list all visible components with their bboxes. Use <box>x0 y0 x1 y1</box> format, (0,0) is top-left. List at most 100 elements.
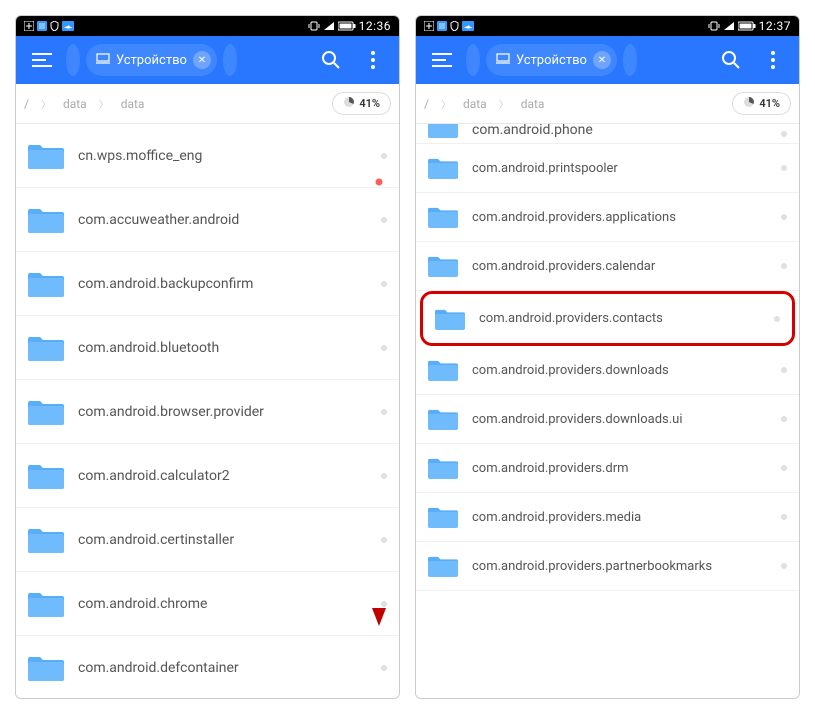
menu-button[interactable] <box>24 42 60 78</box>
toolbar: Устройство ✕ <box>16 36 399 84</box>
crumb-data1[interactable]: data <box>463 97 487 111</box>
file-list[interactable]: com.android.phone com.android.printspoole… <box>416 124 799 698</box>
folder-name: com.android.providers.media <box>472 510 767 525</box>
breadcrumb: / 〉 data 〉 data 41% <box>416 84 799 124</box>
folder-name: com.android.providers.calendar <box>472 259 767 274</box>
status-app-icon <box>437 21 447 31</box>
folder-item[interactable]: com.android.providers.partnerbookmarks <box>416 542 799 591</box>
item-options-icon[interactable] <box>781 563 787 569</box>
item-options-icon[interactable] <box>381 217 387 223</box>
folder-item[interactable]: com.android.calculator2 <box>16 444 399 508</box>
folder-item[interactable]: com.android.providers.applications <box>416 193 799 242</box>
folder-item[interactable]: com.android.browser.provider <box>16 380 399 444</box>
storage-percent: 41% <box>359 97 380 110</box>
item-options-icon[interactable] <box>381 601 387 607</box>
status-bar: 12:36 <box>16 16 399 36</box>
item-options-icon[interactable] <box>381 153 387 159</box>
folder-name: com.android.backupconfirm <box>78 276 367 292</box>
item-options-icon[interactable] <box>781 131 787 137</box>
status-shield-icon <box>50 21 59 31</box>
folder-item[interactable]: com.android.providers.calendar <box>416 242 799 291</box>
folder-name: com.android.providers.downloads <box>472 363 767 378</box>
item-options-icon[interactable] <box>381 345 387 351</box>
item-options-icon[interactable] <box>381 665 387 671</box>
folder-item[interactable]: com.android.providers.downloads.ui <box>416 395 799 444</box>
crumb-root[interactable]: / <box>24 97 29 111</box>
item-options-icon[interactable] <box>781 165 787 171</box>
crumb-data2[interactable]: data <box>521 97 545 111</box>
tab-device[interactable]: Устройство ✕ <box>86 44 217 76</box>
tab-label: Устройство <box>516 53 587 68</box>
tab-chip-edge <box>66 44 80 76</box>
folder-item[interactable]: com.android.backupconfirm <box>16 252 399 316</box>
folder-name: com.android.calculator2 <box>78 468 367 484</box>
phone-right: 12:37 Устройство ✕ / 〉 d <box>415 15 800 699</box>
item-options-icon[interactable] <box>381 281 387 287</box>
status-vibrate-icon <box>708 20 720 32</box>
folder-item[interactable]: com.android.providers.media <box>416 493 799 542</box>
item-options-icon[interactable] <box>781 263 787 269</box>
phone-left: 12:36 Устройство ✕ / 〉 d <box>15 15 400 699</box>
more-button[interactable] <box>755 42 791 78</box>
item-options-icon[interactable] <box>781 514 787 520</box>
folder-item[interactable]: com.android.certinstaller <box>16 508 399 572</box>
tab-label: Устройство <box>116 53 187 68</box>
folder-name: com.android.browser.provider <box>78 404 367 420</box>
menu-button[interactable] <box>424 42 460 78</box>
tab-device[interactable]: Устройство ✕ <box>486 44 617 76</box>
tab-chip-edge <box>223 44 237 76</box>
chevron-right-icon: 〉 <box>441 96 451 111</box>
storage-badge[interactable]: 41% <box>332 92 391 115</box>
storage-badge[interactable]: 41% <box>732 92 791 115</box>
item-options-icon[interactable] <box>781 416 787 422</box>
tab-close-icon[interactable]: ✕ <box>593 51 611 69</box>
folder-item-partial[interactable]: com.android.phone <box>416 124 799 144</box>
crumb-root[interactable]: / <box>424 97 429 111</box>
item-options-icon[interactable] <box>781 367 787 373</box>
item-options-icon[interactable] <box>381 409 387 415</box>
item-options-icon[interactable] <box>381 473 387 479</box>
folder-item[interactable]: com.accuweather.android <box>16 188 399 252</box>
tab-chip-edge <box>623 44 637 76</box>
tab-close-icon[interactable]: ✕ <box>193 51 211 69</box>
folder-item[interactable]: com.android.printspooler <box>416 144 799 193</box>
status-whale-icon <box>462 21 474 31</box>
folder-item[interactable]: cn.wps.moffice_eng <box>16 124 399 188</box>
pie-icon <box>343 96 355 111</box>
folder-item[interactable]: com.android.providers.downloads <box>416 346 799 395</box>
item-options-icon[interactable] <box>781 465 787 471</box>
status-time: 12:37 <box>759 19 791 33</box>
folder-item[interactable]: com.android.chrome <box>16 572 399 636</box>
more-button[interactable] <box>355 42 391 78</box>
tab-chip-edge <box>466 44 480 76</box>
folder-item[interactable]: com.android.providers.contacts <box>423 294 792 343</box>
storage-percent: 41% <box>759 97 780 110</box>
folder-item[interactable]: com.android.bluetooth <box>16 316 399 380</box>
folder-name: com.android.defcontainer <box>78 660 367 676</box>
highlighted-folder: com.android.providers.contacts <box>420 291 795 346</box>
status-signal-icon <box>323 21 335 31</box>
folder-name: com.android.providers.contacts <box>479 311 760 326</box>
folder-item[interactable]: com.android.defcontainer <box>16 636 399 698</box>
search-button[interactable] <box>313 42 349 78</box>
chevron-right-icon: 〉 <box>41 96 51 111</box>
folder-name: com.android.providers.partnerbookmarks <box>472 559 767 574</box>
item-options-icon[interactable] <box>381 537 387 543</box>
file-list[interactable]: cn.wps.moffice_eng com.accuweather.androi… <box>16 124 399 698</box>
folder-name: com.android.providers.applications <box>472 210 767 225</box>
folder-item[interactable]: com.android.providers.drm <box>416 444 799 493</box>
status-time: 12:36 <box>359 19 391 33</box>
status-whale-icon <box>62 21 74 31</box>
breadcrumb: / 〉 data 〉 data 41% <box>16 84 399 124</box>
folder-name: com.android.phone <box>472 124 767 138</box>
folder-name: cn.wps.moffice_eng <box>78 148 367 164</box>
status-vibrate-icon <box>308 20 320 32</box>
search-button[interactable] <box>713 42 749 78</box>
folder-name: com.android.providers.drm <box>472 461 767 476</box>
crumb-data2[interactable]: data <box>121 97 145 111</box>
crumb-data1[interactable]: data <box>63 97 87 111</box>
item-options-icon[interactable] <box>781 214 787 220</box>
toolbar: Устройство ✕ <box>416 36 799 84</box>
item-options-icon[interactable] <box>774 316 780 322</box>
folder-name: com.android.bluetooth <box>78 340 367 356</box>
